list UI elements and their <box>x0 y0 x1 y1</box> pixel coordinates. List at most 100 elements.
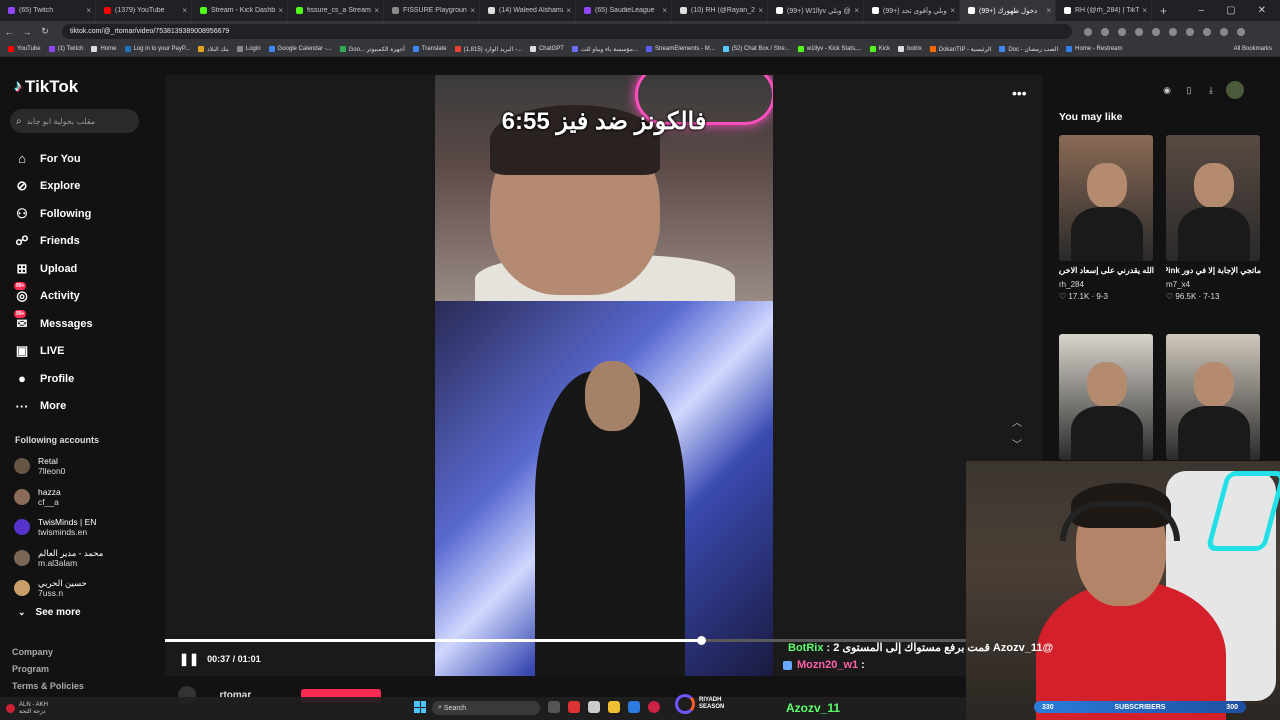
close-icon[interactable]: × <box>278 6 283 15</box>
minimize-icon[interactable]: – <box>1199 5 1205 16</box>
browser-tab[interactable]: fissure_cs_a Stream - × <box>288 0 384 21</box>
bookmark-item[interactable]: (1) Twitch <box>48 46 83 52</box>
following-account[interactable]: حسين الحربي 7uss.n <box>14 573 103 604</box>
app-icon[interactable] <box>588 701 600 713</box>
back-icon[interactable]: ← <box>0 27 18 37</box>
close-icon[interactable]: × <box>566 6 571 15</box>
nav-item-more[interactable]: ··· More <box>14 393 93 421</box>
bookmark-item[interactable]: Goo... أجهزة الكمبيوتر <box>339 46 405 53</box>
following-account[interactable]: TwisMinds | EN twisminds.en <box>14 512 103 543</box>
close-icon[interactable]: × <box>470 6 475 15</box>
bookmark-item[interactable]: Home <box>91 46 117 52</box>
close-icon[interactable]: × <box>86 6 91 15</box>
extension-icon[interactable] <box>1101 27 1109 36</box>
video-player[interactable]: فالكونز ضد فيز 6:55 <box>435 75 773 676</box>
nav-item-profile[interactable]: ● Profile <box>14 365 93 393</box>
close-icon[interactable]: × <box>758 6 763 15</box>
footer-link-program[interactable]: Program <box>12 664 84 681</box>
nav-item-for-you[interactable]: ⌂ For You <box>14 145 93 173</box>
recommended-video-card[interactable]: الله يقدرني على إسعاد الاخرين @ALMBSHTK … <box>1059 135 1154 303</box>
browser-tab[interactable]: FISSURE Playground P× <box>384 0 480 21</box>
pause-icon[interactable]: ❚❚ <box>179 652 199 666</box>
new-tab-icon[interactable]: + <box>1152 4 1175 18</box>
phone-icon[interactable]: ▯ <box>1182 83 1196 97</box>
see-more-button[interactable]: ⌄ See more <box>18 607 81 618</box>
taskbar-search[interactable]: ⌕ Search <box>432 701 540 715</box>
extension-icon[interactable] <box>1220 27 1228 36</box>
extension-icon[interactable] <box>1237 27 1245 36</box>
video-thumbnail[interactable] <box>1059 135 1153 261</box>
extension-icon[interactable] <box>1152 27 1160 36</box>
bookmark-item[interactable]: DokanTIP - الرئيسية <box>929 46 991 53</box>
recommended-video-card[interactable]: ماتجي الإجابة إلا في دور Pink... خويك 😂 … <box>1166 135 1261 303</box>
extension-icon[interactable] <box>1186 27 1194 36</box>
browser-tab[interactable]: (14) Waleed Alshamal × <box>480 0 576 21</box>
maximize-icon[interactable]: ▢ <box>1226 5 1235 16</box>
browser-tab[interactable]: (99+) وبلي وأقوى تحد × <box>864 0 960 21</box>
close-icon[interactable]: × <box>182 6 187 15</box>
bookmark-item[interactable]: (52) Chat Box / Stre... <box>722 46 790 52</box>
video-thumbnail[interactable] <box>1166 334 1260 460</box>
extension-icon[interactable] <box>1135 27 1143 36</box>
bookmark-item[interactable]: YouTube <box>8 46 41 52</box>
tiktok-logo[interactable]: ♪ TikTok <box>14 77 78 97</box>
windows-start-icon[interactable] <box>414 701 426 713</box>
following-account[interactable]: محمد - مدير العالم m.al3alam <box>14 543 103 574</box>
bookmark-item[interactable]: مؤسسة باء ويباو للت... <box>571 46 638 53</box>
bookmark-item[interactable]: ChatGPT <box>529 46 564 52</box>
close-icon[interactable]: × <box>662 6 667 15</box>
browser-tab[interactable]: (65) Twitch × <box>0 0 96 21</box>
extension-icon[interactable] <box>1203 27 1211 36</box>
bookmark-item[interactable]: Log in to your PayP... <box>124 46 190 52</box>
browser-tab[interactable]: (1379) YouTube × <box>96 0 192 21</box>
following-account[interactable]: hazza cf__a <box>14 482 103 513</box>
video-progress-knob[interactable] <box>696 636 706 645</box>
browser-tab[interactable]: (99+) دخول ظهورك × <box>960 0 1056 21</box>
bookmark-item[interactable]: Login <box>236 46 261 52</box>
browser-tab[interactable]: (10) RH (@Rayan_2 × <box>672 0 768 21</box>
app-icon[interactable] <box>628 701 640 713</box>
browser-tab[interactable]: (65) SaudieLeague × <box>576 0 672 21</box>
close-icon[interactable]: × <box>1142 6 1147 15</box>
nav-item-upload[interactable]: ⊞ Upload <box>14 255 93 283</box>
bookmark-item[interactable]: w1llyv - Kick Stats,... <box>797 46 862 52</box>
footer-link-company[interactable]: Company <box>12 647 84 664</box>
browser-tab[interactable]: Stream - Kick Dashboa× <box>192 0 288 21</box>
bookmark-item[interactable]: بنك البلاد <box>198 46 229 53</box>
app-icon[interactable] <box>648 701 660 713</box>
extension-icon[interactable] <box>1084 27 1092 36</box>
bookmark-item[interactable]: Home - Restream <box>1066 46 1123 52</box>
footer-link-terms[interactable]: Terms & Policies <box>12 681 84 698</box>
address-bar[interactable]: tiktok.com/@_rtomar/video/75381393890089… <box>62 24 1072 39</box>
browser-tab[interactable]: RH (@rh_284) | TikT × <box>1056 0 1152 21</box>
bookmark-item[interactable]: StreamElements - M... <box>646 46 715 52</box>
bookmark-item[interactable]: (1,815) البريد الوارد -... <box>454 46 522 53</box>
reload-icon[interactable]: ↻ <box>36 26 54 37</box>
nav-item-following[interactable]: ⚇ Following <box>14 200 93 228</box>
close-icon[interactable]: × <box>374 6 379 15</box>
nav-item-live[interactable]: ▣ LIVE <box>14 338 93 366</box>
recommended-video-card[interactable] <box>1059 334 1154 460</box>
nav-item-messages[interactable]: ✉ 99+ Messages <box>14 309 93 338</box>
nav-item-explore[interactable]: ⊘ Explore <box>14 173 93 201</box>
extension-icon[interactable] <box>1118 27 1126 36</box>
video-thumbnail[interactable] <box>1059 334 1153 460</box>
forward-icon[interactable]: → <box>18 27 36 37</box>
all-bookmarks[interactable]: All Bookmarks <box>1234 46 1280 52</box>
bookmark-item[interactable]: Kick <box>869 46 890 52</box>
chevron-up-icon[interactable]: ︿ <box>1012 413 1022 435</box>
task-view-icon[interactable] <box>548 701 560 713</box>
weather-widget[interactable]: ALN - AKH درجة الثجة <box>0 702 48 716</box>
recommended-video-card[interactable] <box>1166 334 1261 460</box>
bookmark-item[interactable]: Google Calendar -... <box>268 46 332 52</box>
close-window-icon[interactable]: ✕ <box>1258 5 1266 16</box>
close-icon[interactable]: × <box>950 6 955 15</box>
close-icon[interactable]: × <box>1046 6 1051 15</box>
bookmark-item[interactable]: botrix <box>898 46 922 52</box>
folder-icon[interactable] <box>608 701 620 713</box>
following-account[interactable]: Retal 7lleon0 <box>14 451 103 482</box>
chevron-down-icon[interactable]: ﹀ <box>1012 435 1022 457</box>
download-icon[interactable]: ⤓ <box>1204 83 1218 97</box>
video-thumbnail[interactable] <box>1166 135 1260 261</box>
browser-tab[interactable]: (99+) W1llyv وبلي @ × <box>768 0 864 21</box>
